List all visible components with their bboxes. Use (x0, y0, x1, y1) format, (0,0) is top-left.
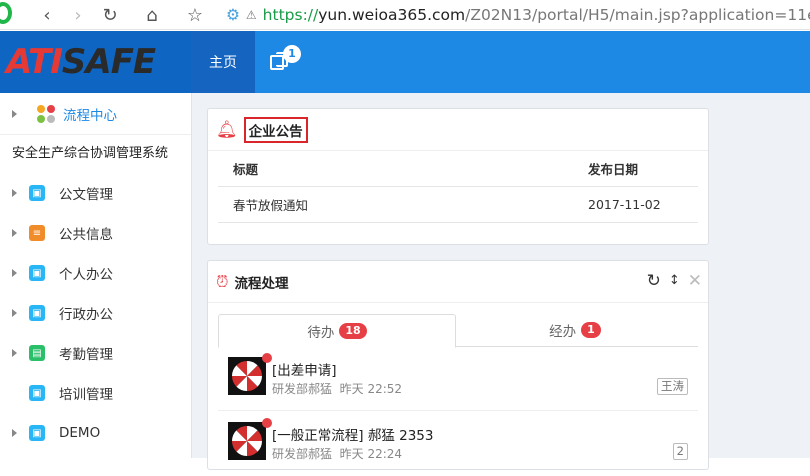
flow-title: [一般正常流程] 郝猛 2353 (272, 428, 434, 444)
notice-panel: 🔔︎ 企业公告 标题 发布日期 春节放假通知 2017-11-02 (207, 108, 709, 245)
bookmark-star-icon[interactable]: ☆ (184, 4, 206, 26)
sidebar-item-label: DEMO (59, 425, 101, 441)
cube-icon: ▣ (29, 185, 45, 201)
list-icon: ≡ (29, 225, 45, 241)
process-tabs: 待办 18 经办 1 (218, 314, 698, 348)
cube-icon: ▣ (29, 425, 45, 441)
sidebar-item-label: 考勤管理 (59, 347, 113, 363)
refresh-icon[interactable]: ↻ (647, 271, 661, 291)
tab-done-label: 经办 (549, 324, 577, 340)
sidebar-item[interactable]: ▣ 公文管理 (0, 173, 191, 213)
tab-todo[interactable]: 待办 18 (218, 314, 456, 348)
sidebar-item[interactable]: ▣ DEMO (0, 413, 191, 453)
notice-row-date: 2017-11-02 (588, 197, 661, 212)
handler-tag: 王涛 (657, 378, 688, 395)
sidebar-item-label: 行政办公 (59, 307, 113, 323)
process-title: 流程处理 (234, 275, 289, 292)
handler-tag: 2 (672, 443, 688, 460)
col-date-header: 发布日期 (588, 162, 639, 177)
system-title: 安全生产综合协调管理系统 (12, 146, 169, 161)
url-path: /Z02N13/portal/H5/main.jsp?application=1… (465, 6, 810, 24)
umbrella-logo-icon (232, 361, 262, 391)
reload-icon[interactable]: ↻ (99, 4, 121, 26)
apps-dots-icon (37, 104, 55, 123)
notice-title: 企业公告 (243, 116, 308, 143)
brand-text-ati: ATI (6, 42, 63, 82)
page-settings-icon: ⚙ (226, 6, 240, 24)
list-item[interactable]: [一般正常流程] 郝猛 2353 研发部郝猛 昨天 22:24 2 (218, 416, 698, 476)
nav-home-tab[interactable]: 主页 (191, 31, 255, 93)
flow-dept: 研发部郝猛 (272, 382, 333, 396)
flow-title: [出差申请] (272, 363, 337, 379)
browser-toolbar: ‹ › ↻ ⌂ ☆ ⚙ ⚠ https://yun.weioa365.com/Z… (0, 0, 810, 30)
done-count-badge: 1 (581, 322, 601, 338)
flow-time: 昨天 22:52 (339, 382, 403, 396)
sidebar-item[interactable]: ≡ 公共信息 (0, 213, 191, 253)
flow-time: 昨天 22:24 (339, 447, 403, 461)
cube-icon: ▣ (29, 385, 45, 401)
caret-right-icon (12, 389, 17, 397)
browser-logo-icon (0, 2, 12, 24)
caret-right-icon (12, 189, 17, 197)
sidebar-item-label: 个人办公 (59, 267, 113, 283)
sidebar-item-process-center[interactable]: 流程中心 (0, 93, 191, 135)
flow-meta: 研发部郝猛 昨天 22:24 (272, 445, 402, 462)
flow-dept: 研发部郝猛 (272, 447, 333, 461)
sidebar-item[interactable]: ▣ 培训管理 (0, 373, 191, 413)
unread-dot (262, 418, 272, 428)
caret-right-icon (12, 349, 17, 357)
table-row[interactable]: 春节放假通知 2017-11-02 (218, 187, 698, 223)
avatar (228, 357, 266, 395)
address-bar[interactable]: ⚙ ⚠ https://yun.weioa365.com/Z02N13/port… (226, 4, 810, 26)
back-icon[interactable]: ‹ (36, 4, 58, 26)
bell-icon: 🔔︎ (216, 119, 238, 140)
umbrella-logo-icon (232, 426, 262, 456)
brand-logo: ATI SAFE (0, 31, 191, 93)
url-scheme: https:// (262, 6, 319, 24)
sidebar-item[interactable]: ▣ 行政办公 (0, 293, 191, 333)
insecure-lock-icon: ⚠ (245, 8, 257, 22)
caret-right-icon (12, 229, 17, 237)
brand-text-safe: SAFE (61, 42, 156, 82)
list-item[interactable]: [出差申请] 研发部郝猛 昨天 22:52 王涛 (218, 351, 698, 411)
sidebar-head-label: 流程中心 (63, 107, 117, 124)
collapse-icon[interactable]: ↕ (669, 271, 680, 291)
sidebar-item-label: 培训管理 (59, 387, 113, 403)
cube-icon: ▣ (29, 305, 45, 321)
messages-button[interactable]: 1 (268, 45, 301, 73)
sidebar: 流程中心 安全生产综合协调管理系统 ▣ 公文管理 ≡ 公共信息 ▣ 个人办公 ▣ 行政办公 ▤ 考… (0, 93, 192, 458)
sidebar-item-label: 公共信息 (59, 227, 113, 243)
forward-icon[interactable]: › (67, 4, 89, 26)
caret-right-icon (12, 309, 17, 317)
caret-right-icon (12, 429, 17, 437)
alarm-clock-icon: ⏰︎ (216, 271, 229, 291)
tab-done[interactable]: 经办 1 (456, 314, 694, 346)
avatar (228, 422, 266, 460)
unread-dot (262, 353, 272, 363)
flow-meta: 研发部郝猛 昨天 22:52 (272, 380, 402, 397)
sidebar-item-label: 公文管理 (59, 187, 113, 203)
caret-right-icon (12, 109, 17, 118)
sidebar-item[interactable]: ▤ 考勤管理 (0, 333, 191, 373)
tab-todo-label: 待办 (307, 325, 335, 341)
notice-table: 标题 发布日期 春节放假通知 2017-11-02 (218, 151, 698, 223)
sidebar-item[interactable]: ▣ 个人办公 (0, 253, 191, 293)
caret-right-icon (12, 269, 17, 277)
home-icon[interactable]: ⌂ (141, 4, 163, 26)
app-header: ATI SAFE 主页 1 (0, 31, 810, 93)
main-content: 🔔︎ 企业公告 标题 发布日期 春节放假通知 2017-11-02 ⏰︎ 流程处… (192, 93, 810, 470)
col-title-header: 标题 (233, 162, 259, 177)
url-host: yun.weioa365.com (318, 6, 466, 24)
messages-badge: 1 (283, 45, 301, 63)
cube-icon: ▣ (29, 265, 45, 281)
process-panel: ⏰︎ 流程处理 ↻ ↕ ✕ 待办 18 经办 1 [出差申请] 研发部郝猛 昨天… (207, 260, 709, 470)
todo-count-badge: 18 (339, 323, 367, 339)
clipboard-icon: ▤ (29, 345, 45, 361)
notice-row-title[interactable]: 春节放假通知 (218, 195, 588, 214)
close-icon[interactable]: ✕ (688, 271, 702, 291)
